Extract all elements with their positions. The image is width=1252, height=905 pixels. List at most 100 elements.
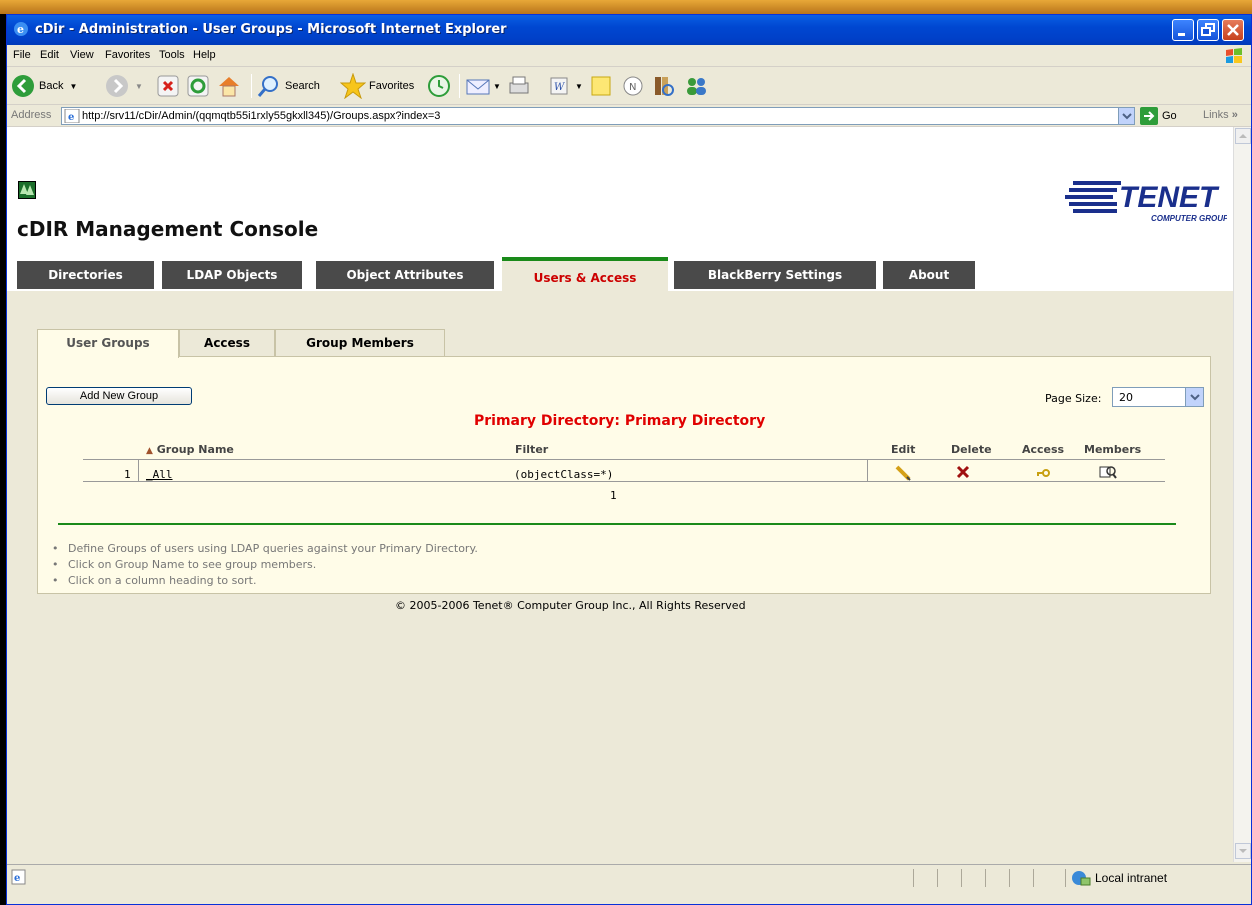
status-cell [1065, 869, 1066, 887]
close-icon [1227, 24, 1239, 36]
restore-icon [1201, 23, 1215, 36]
status-cell [937, 869, 938, 887]
stop-button[interactable] [157, 72, 179, 100]
home-button[interactable] [217, 72, 241, 100]
go-button[interactable]: Go [1140, 107, 1177, 125]
page-size-dropdown-button[interactable] [1185, 388, 1203, 406]
toolbar-separator [459, 74, 460, 98]
back-dropdown-icon[interactable]: ▼ [69, 82, 77, 91]
back-button[interactable]: Back ▼ [11, 72, 77, 100]
back-arrow-icon [12, 75, 34, 97]
pager-page-1[interactable]: 1 [610, 489, 617, 502]
help-notes: Define Groups of users using LDAP querie… [50, 541, 478, 589]
edit-dropdown-icon[interactable]: ▼ [575, 82, 583, 91]
members-icon[interactable] [1099, 464, 1117, 480]
favorites-label: Favorites [369, 80, 415, 92]
chevron-down-icon [1122, 113, 1132, 120]
menu-favorites[interactable]: Favorites [105, 49, 150, 61]
security-zone: Local intranet [1071, 869, 1167, 887]
window-title: cDir - Administration - User Groups - Mi… [35, 22, 507, 37]
history-button[interactable] [427, 72, 451, 100]
edit-pencil-icon[interactable] [894, 464, 912, 482]
menu-tools[interactable]: Tools [159, 49, 185, 61]
mail-dropdown-icon[interactable]: ▼ [493, 82, 501, 91]
forward-button[interactable]: ▼ [105, 72, 143, 100]
tab-about[interactable]: About [883, 261, 975, 289]
key-icon[interactable] [1036, 468, 1050, 478]
page-content: cDIR Management Console TENET COMPUTER G… [7, 127, 1233, 862]
address-input[interactable]: e http://srv11/cDir/Admin/(qqmqtb55i1rxl… [61, 107, 1135, 125]
discuss-button[interactable] [589, 72, 613, 100]
ie-icon: e [14, 22, 28, 36]
edit-word-button[interactable]: W ▼ [549, 72, 583, 100]
forward-dropdown-icon[interactable]: ▼ [135, 82, 143, 91]
column-header-group-name[interactable]: ▲ Group Name [146, 443, 234, 456]
help-note: Click on Group Name to see group members… [50, 557, 478, 573]
stop-icon [157, 75, 179, 97]
window-top-strip [0, 0, 1252, 14]
tab-object-attributes[interactable]: Object Attributes [316, 261, 494, 289]
group-filter: (objectClass=*) [514, 468, 614, 481]
contacts-button[interactable] [683, 72, 709, 100]
minimize-button[interactable] [1172, 19, 1194, 41]
table-divider [83, 481, 1165, 482]
restore-button[interactable] [1197, 19, 1219, 41]
add-new-group-button[interactable]: Add New Group [46, 387, 192, 405]
print-button[interactable] [507, 72, 531, 100]
svg-text:e: e [17, 23, 24, 36]
refresh-button[interactable] [187, 72, 209, 100]
help-note: Define Groups of users using LDAP querie… [50, 541, 478, 557]
links-button[interactable]: Links » [1203, 109, 1238, 121]
people-icon [687, 78, 706, 95]
page-status-icon: e [11, 869, 26, 885]
address-bar: Address e http://srv11/cDir/Admin/(qqmqt… [7, 105, 1251, 127]
messenger-icon: N [623, 76, 643, 96]
status-cell [985, 869, 986, 887]
home-icon [219, 77, 239, 97]
menu-view[interactable]: View [70, 49, 94, 61]
menu-edit[interactable]: Edit [40, 49, 59, 61]
messenger-button[interactable]: N [621, 72, 645, 100]
vertical-scrollbar[interactable] [1233, 127, 1251, 862]
svg-text:W: W [554, 82, 565, 93]
delete-x-icon[interactable] [956, 465, 970, 479]
title-bar[interactable]: e cDir - Administration - User Groups - … [7, 15, 1251, 45]
mail-button[interactable]: ▼ [465, 72, 501, 100]
chevron-right-icon: » [1231, 109, 1238, 121]
subtab-access[interactable]: Access [179, 329, 275, 357]
svg-text:N: N [629, 82, 636, 93]
column-header-delete: Delete [951, 443, 992, 456]
help-note: Click on a column heading to sort. [50, 573, 478, 589]
close-button[interactable] [1222, 19, 1244, 41]
column-header-filter[interactable]: Filter [515, 443, 548, 456]
tab-ldap-objects[interactable]: LDAP Objects [162, 261, 302, 289]
menu-help[interactable]: Help [193, 49, 216, 61]
back-label: Back [39, 80, 64, 92]
tab-blackberry-settings[interactable]: BlackBerry Settings [674, 261, 876, 289]
group-name-link[interactable]: _All [146, 468, 173, 481]
subtab-user-groups[interactable]: User Groups [37, 329, 179, 358]
sort-ascending-icon: ▲ [146, 446, 153, 456]
search-button[interactable]: Search [257, 72, 320, 100]
svg-text:TENET: TENET [1119, 181, 1220, 214]
favorites-button[interactable]: Favorites [340, 72, 414, 100]
directory-title: Primary Directory: Primary Directory [474, 413, 766, 429]
column-header-edit: Edit [891, 443, 916, 456]
word-icon: W [550, 77, 568, 95]
tab-users-access[interactable]: Users & Access [502, 257, 668, 291]
address-dropdown-button[interactable] [1118, 108, 1134, 124]
menu-file[interactable]: File [13, 49, 31, 61]
toolbar: Back ▼ ▼ Search Favorites ▼ W ▼ N [7, 67, 1251, 105]
section-divider [58, 523, 1176, 525]
subtab-group-members[interactable]: Group Members [275, 329, 445, 357]
scroll-up-button[interactable] [1235, 128, 1251, 144]
page-size-select[interactable]: 20 [1112, 387, 1204, 407]
scroll-down-button[interactable] [1235, 843, 1251, 859]
research-button[interactable] [651, 72, 675, 100]
page-size-value: 20 [1119, 391, 1133, 404]
table-divider [138, 460, 139, 481]
go-label: Go [1162, 110, 1177, 122]
go-arrow-icon [1140, 107, 1158, 125]
search-icon [257, 76, 278, 97]
tab-directories[interactable]: Directories [17, 261, 154, 289]
